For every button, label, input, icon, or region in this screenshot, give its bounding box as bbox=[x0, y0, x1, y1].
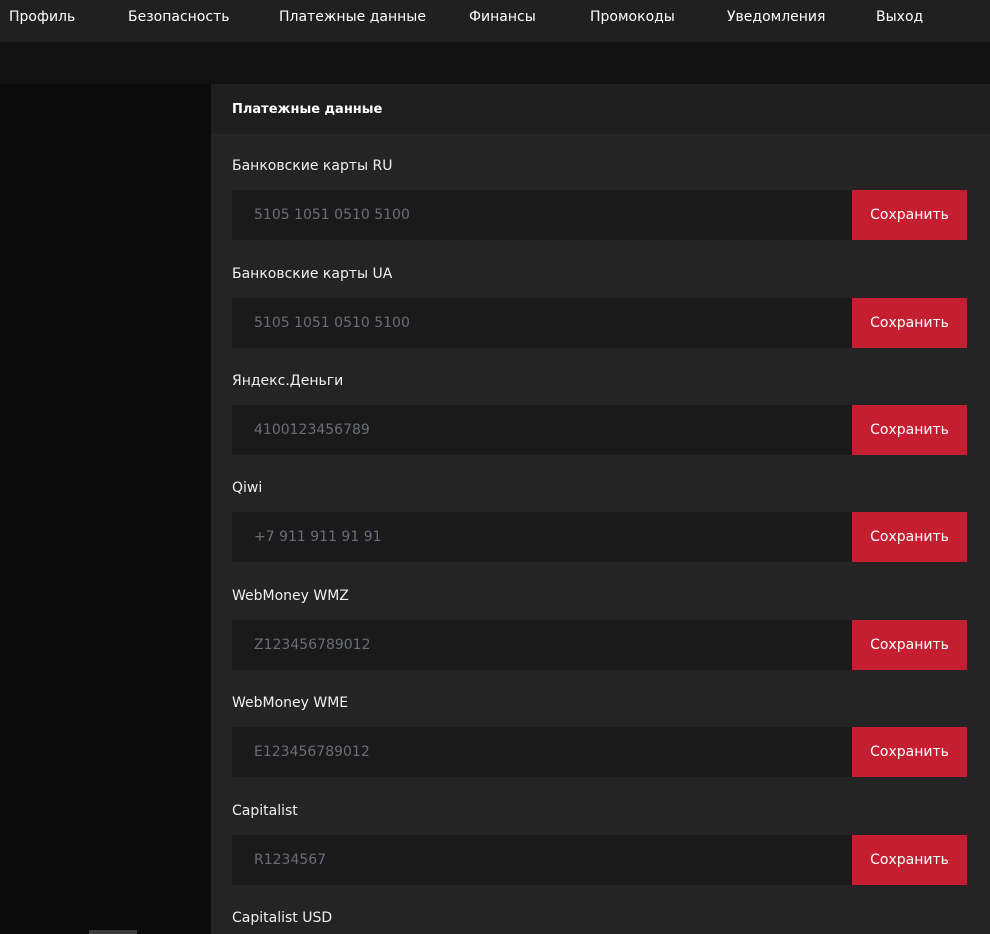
field-webmoney-wmz: WebMoney WMZ Сохранить bbox=[232, 586, 967, 670]
field-label: Capitalist USD bbox=[232, 910, 333, 926]
field-label: Capitalist bbox=[232, 803, 298, 819]
nav-payment-data[interactable]: Платежные данные bbox=[279, 0, 426, 35]
save-yandex-money-button[interactable]: Сохранить bbox=[852, 405, 967, 455]
save-webmoney-wmz-button[interactable]: Сохранить bbox=[852, 620, 967, 670]
field-row: Сохранить bbox=[232, 835, 967, 885]
save-bank-cards-ua-button[interactable]: Сохранить bbox=[852, 298, 967, 348]
panel-title: Платежные данные bbox=[232, 101, 383, 117]
top-navigation: Профиль Безопасность Платежные данные Фи… bbox=[0, 0, 990, 42]
save-qiwi-button[interactable]: Сохранить bbox=[852, 512, 967, 562]
bank-cards-ua-input[interactable] bbox=[232, 298, 852, 348]
field-row: Сохранить bbox=[232, 512, 967, 562]
save-bank-cards-ru-button[interactable]: Сохранить bbox=[852, 190, 967, 240]
bank-cards-ru-input[interactable] bbox=[232, 190, 852, 240]
field-webmoney-wme: WebMoney WME Сохранить bbox=[232, 693, 967, 777]
field-label: Яндекс.Деньги bbox=[232, 373, 344, 389]
nav-profile[interactable]: Профиль bbox=[9, 0, 75, 35]
field-row: Сохранить bbox=[232, 727, 967, 777]
panel-header: Платежные данные bbox=[211, 84, 990, 134]
nav-notifications[interactable]: Уведомления bbox=[727, 0, 825, 35]
field-label: WebMoney WME bbox=[232, 695, 349, 711]
payment-data-panel: Платежные данные Банковские карты RU Сох… bbox=[211, 84, 990, 934]
field-row: Сохранить bbox=[232, 190, 967, 240]
field-bank-cards-ua: Банковские карты UA Сохранить bbox=[232, 264, 967, 348]
horizontal-scrollbar-thumb[interactable] bbox=[89, 930, 137, 934]
field-label: Qiwi bbox=[232, 480, 263, 496]
field-row: Сохранить bbox=[232, 620, 967, 670]
yandex-money-input[interactable] bbox=[232, 405, 852, 455]
field-row: Сохранить bbox=[232, 298, 967, 348]
left-sidebar bbox=[0, 84, 211, 934]
field-yandex-money: Яндекс.Деньги Сохранить bbox=[232, 371, 967, 455]
field-capitalist-usd: Capitalist USD bbox=[232, 908, 967, 928]
webmoney-wme-input[interactable] bbox=[232, 727, 852, 777]
nav-promocodes[interactable]: Промокоды bbox=[590, 0, 675, 35]
field-bank-cards-ru: Банковские карты RU Сохранить bbox=[232, 156, 967, 240]
webmoney-wmz-input[interactable] bbox=[232, 620, 852, 670]
field-label: Банковские карты RU bbox=[232, 158, 393, 174]
field-label: WebMoney WMZ bbox=[232, 588, 349, 604]
save-webmoney-wme-button[interactable]: Сохранить bbox=[852, 727, 967, 777]
field-row: Сохранить bbox=[232, 405, 967, 455]
nav-logout[interactable]: Выход bbox=[876, 0, 923, 35]
capitalist-input[interactable] bbox=[232, 835, 852, 885]
nav-security[interactable]: Безопасность bbox=[128, 0, 229, 35]
header-band bbox=[0, 42, 990, 84]
nav-finance[interactable]: Финансы bbox=[469, 0, 536, 35]
save-capitalist-button[interactable]: Сохранить bbox=[852, 835, 967, 885]
field-label: Банковские карты UA bbox=[232, 266, 393, 282]
field-capitalist: Capitalist Сохранить bbox=[232, 801, 967, 885]
qiwi-input[interactable] bbox=[232, 512, 852, 562]
field-qiwi: Qiwi Сохранить bbox=[232, 478, 967, 562]
